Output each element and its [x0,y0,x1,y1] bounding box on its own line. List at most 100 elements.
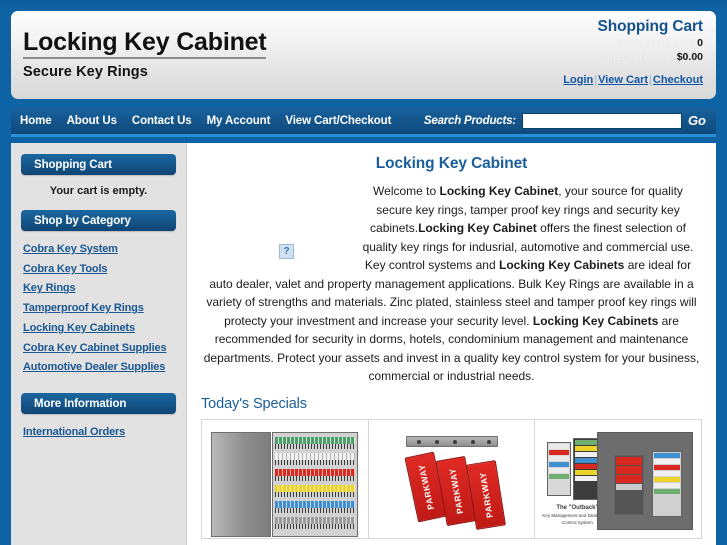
key-tags-blue [274,500,355,508]
list-item: Cobra Key Cabinet Supplies [23,338,176,357]
tag-rack-bar [405,435,498,447]
sidebar-item-tamperproof-key-rings[interactable]: Tamperproof Key Rings [23,302,144,314]
mini-row [654,488,681,494]
checkout-link[interactable]: Checkout [653,74,703,86]
page-title: Locking Key Cabinet [375,155,528,172]
key-row [274,467,355,481]
key-row [274,435,355,449]
mini-row [549,455,570,461]
key-tags-yellow [274,484,355,492]
view-cart-link[interactable]: View Cart [598,74,648,86]
special-parkway-tags[interactable]: PARKWAY PARKWAY PARKWAY [368,419,536,538]
outback-door [547,441,572,496]
nav-view-cart-checkout[interactable]: View Cart/Checkout [285,115,391,127]
key-pegs [274,475,355,481]
parkway-tag-label: PARKWAY [446,467,465,515]
logo-subtitle: Secure Key Rings [23,64,148,80]
key-row [274,451,355,465]
sidebar: Shopping Cart Your cart is empty. Shop b… [11,143,187,545]
intro-bold-4: Locking Key Cabinets [532,313,659,328]
header-cart-summary: Shopping Cart Items in my cart: 0 Curren… [563,18,703,86]
sidebar-item-key-rings[interactable]: Key Rings [23,282,76,294]
cart-items-count: 0 [697,37,703,49]
sidebar-cart-title: Shopping Cart [34,158,112,171]
special-key-cabinet[interactable] [202,419,369,538]
nav-links: Home About Us Contact Us My Account View… [20,107,391,134]
key-row [274,499,355,513]
special-outback-system[interactable]: The "Outback" Key Management and Dealer … [535,419,702,538]
rack-hook [434,439,439,444]
search-label: Search Products: [423,114,516,127]
mini-row [549,443,570,449]
nav-home[interactable]: Home [20,115,52,127]
mini-row [654,452,681,458]
sidebar-item-international-orders[interactable]: International Orders [23,426,125,438]
content-area: Shopping Cart Your cart is empty. Shop b… [11,143,716,545]
mini-row [654,464,681,470]
sidebar-panel-shopping-cart-header: Shopping Cart [21,154,176,175]
site-logo[interactable]: Locking Key Cabinet Secure Key Rings [23,29,267,80]
sidebar-item-cobra-key-system[interactable]: Cobra Key System [23,243,118,255]
nav-my-account[interactable]: My Account [207,115,271,127]
intro-text-1: Welcome to [373,184,440,198]
sidebar-info-list: International Orders [21,422,176,440]
login-link[interactable]: Login [563,74,593,86]
search-input[interactable] [521,112,682,129]
cart-summary-title: Shopping Cart [597,18,704,35]
nav-about-us[interactable]: About Us [67,115,117,127]
rack-hook [470,439,475,444]
sidebar-info-title: More Information [34,397,127,410]
key-pegs [274,491,355,497]
sidebar-cart-empty-text: Your cart is empty. [49,185,148,197]
cart-items-label: Items in my cart: [617,37,695,49]
sidebar-category-list: Cobra Key System Cobra Key Tools Key Rin… [21,239,176,376]
cart-items-line: Items in my cart: 0 [563,36,703,50]
list-item: Key Rings [23,278,176,297]
cart-subtotal-line: Current subtotal: $0.00 [563,50,703,64]
mini-row [549,461,570,467]
page-root: Locking Key Cabinet Secure Key Rings Sho… [0,0,727,545]
cabinet-door [210,431,271,537]
sidebar-item-automotive-dealer-supplies[interactable]: Automotive Dealer Supplies [23,361,165,373]
main-panel: Locking Key Cabinet Welcome to Locking K… [187,143,716,545]
mini-row [616,465,643,474]
sidebar-item-cobra-key-cabinet-supplies[interactable]: Cobra Key Cabinet Supplies [23,342,167,354]
specials-row: PARKWAY PARKWAY PARKWAY The "Outback" Ke… [201,418,702,539]
key-pegs [274,507,355,513]
parkway-tag-label: PARKWAY [477,471,495,519]
cabinet-body [271,431,358,537]
key-cabinet-image [210,431,359,538]
specials-section-title: Today's Specials [201,395,307,412]
rack-hook [486,439,491,444]
mini-row [654,482,681,488]
search-go-button[interactable]: Go [688,113,706,128]
broken-image-placeholder-icon [279,244,294,259]
mini-row [549,449,570,455]
search-area: Search Products: Go [424,107,706,134]
mini-row [616,474,643,483]
site-header: Locking Key Cabinet Secure Key Rings Sho… [11,11,716,99]
top-accent-strip [0,0,727,7]
key-pegs [274,443,355,449]
cart-subtotal-value: $0.00 [676,51,703,64]
mini-row [549,473,570,479]
mini-row [654,470,681,476]
key-row [274,483,355,497]
sidebar-item-locking-key-cabinets[interactable]: Locking Key Cabinets [23,322,135,334]
list-item: Cobra Key System [23,239,176,258]
diagram-left-cabinet [614,454,645,515]
intro-bold-1: Locking Key Cabinet [439,184,559,198]
nav-contact-us[interactable]: Contact Us [132,115,192,127]
intro-paragraph: Welcome to Locking Key Cabinet, your sou… [201,182,702,386]
logo-title: Locking Key Cabinet [23,29,267,59]
parkway-tag-label: PARKWAY [415,463,436,511]
sidebar-category-title: Shop by Category [34,214,131,227]
mini-row [616,483,643,490]
key-tags-red [274,468,355,476]
sidebar-item-cobra-key-tools[interactable]: Cobra Key Tools [23,263,107,275]
cart-subtotal-label: Current subtotal: [596,51,674,64]
key-pegs [274,459,355,465]
key-tags-grey [274,516,355,524]
sidebar-panel-category-header: Shop by Category [21,210,176,231]
